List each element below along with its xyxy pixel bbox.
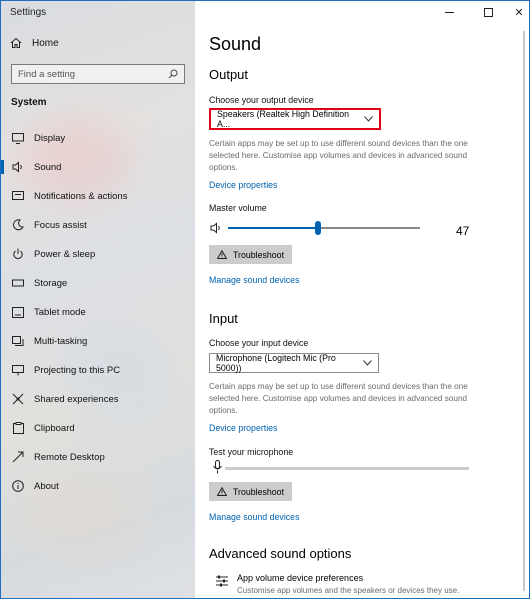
output-manage-devices-link[interactable]: Manage sound devices [209, 275, 299, 285]
close-icon: ✕ [514, 6, 524, 19]
input-device-select[interactable]: Microphone (Logitech Mic (Pro 5000)) [209, 353, 379, 373]
shared-icon [11, 392, 25, 406]
home-button[interactable]: Home [10, 37, 59, 49]
tablet-icon [11, 305, 25, 319]
display-icon [11, 131, 25, 145]
section-label: System [11, 97, 47, 108]
sidebar-item-sound[interactable]: Sound [1, 156, 195, 178]
search-input[interactable]: Find a setting [11, 64, 185, 84]
sidebar-item-label: Focus assist [34, 219, 87, 231]
moon-icon [11, 218, 25, 232]
sidebar-item-label: Storage [34, 277, 68, 289]
sidebar-item-label: Tablet mode [34, 306, 86, 318]
settings-window: Home Find a setting System Display Sound… [0, 0, 530, 599]
notification-icon [11, 189, 25, 203]
input-troubleshoot-button[interactable]: Troubleshoot [209, 482, 293, 501]
search-icon[interactable] [168, 69, 178, 79]
output-troubleshoot-button[interactable]: Troubleshoot [209, 245, 293, 264]
title-bar: Settings ✕ [1, 1, 529, 27]
sidebar-item-label: Projecting to this PC [34, 364, 121, 376]
output-device-value: Speakers (Realtek High Definition A... [217, 109, 350, 129]
output-description: Certain apps may be set up to use differ… [209, 139, 468, 172]
sidebar-item-power[interactable]: Power & sleep [1, 243, 195, 265]
warning-icon [217, 250, 227, 259]
microphone-level-meter [225, 467, 469, 470]
sidebar-item-label: Shared experiences [34, 393, 119, 405]
sidebar-item-multitasking[interactable]: Multi-tasking [1, 330, 195, 352]
close-button[interactable]: ✕ [501, 1, 529, 23]
output-device-label: Choose your output device [209, 95, 314, 105]
sidebar-item-projecting[interactable]: Projecting to this PC [1, 359, 195, 381]
minimize-button[interactable] [431, 1, 467, 23]
remote-icon [11, 450, 25, 464]
sidebar-item-label: Display [34, 132, 66, 144]
sidebar-item-clipboard[interactable]: Clipboard [1, 417, 195, 439]
volume-icon[interactable] [210, 222, 222, 234]
master-volume-thumb[interactable] [315, 221, 322, 235]
sidebar-item-about[interactable]: About [1, 475, 195, 497]
projector-icon [11, 363, 25, 377]
output-device-select[interactable]: Speakers (Realtek High Definition A... [209, 108, 381, 130]
app-volume-description: Customise app volumes and the speakers o… [237, 586, 460, 595]
sidebar-item-tablet-mode[interactable]: Tablet mode [1, 301, 195, 323]
search-placeholder: Find a setting [18, 68, 76, 80]
master-volume-fill [228, 227, 319, 229]
main-content: Sound Output Choose your output device S… [195, 1, 529, 598]
troubleshoot-label: Troubleshoot [233, 249, 285, 260]
sidebar-item-label: Multi-tasking [34, 335, 88, 347]
window-title: Settings [10, 7, 47, 18]
page-title: Sound [209, 34, 262, 54]
sidebar-item-shared-experiences[interactable]: Shared experiences [1, 388, 195, 410]
sidebar-item-label: Power & sleep [34, 248, 96, 260]
sidebar: Home Find a setting System Display Sound… [1, 1, 195, 598]
chevron-down-icon [363, 360, 372, 366]
microphone-icon [213, 460, 222, 474]
home-label: Home [32, 37, 59, 49]
input-manage-devices-link[interactable]: Manage sound devices [209, 512, 299, 522]
warning-icon [217, 487, 227, 496]
sidebar-item-label: Remote Desktop [34, 451, 105, 463]
sidebar-item-focus-assist[interactable]: Focus assist [1, 214, 195, 236]
troubleshoot-label: Troubleshoot [233, 486, 285, 497]
scrollbar[interactable] [523, 31, 525, 591]
clipboard-icon [11, 421, 25, 435]
app-volume-title: App volume device preferences [237, 573, 364, 583]
sidebar-item-label: Notifications & actions [34, 190, 128, 202]
test-microphone-label: Test your microphone [209, 447, 294, 457]
input-device-label: Choose your input device [209, 338, 309, 348]
output-device-properties-link[interactable]: Device properties [209, 180, 277, 190]
sidebar-item-storage[interactable]: Storage [1, 272, 195, 294]
sidebar-item-label: About [34, 480, 59, 492]
master-volume-label: Master volume [209, 203, 267, 213]
sidebar-item-label: Sound [34, 161, 62, 173]
input-device-value: Microphone (Logitech Mic (Pro 5000)) [216, 353, 336, 373]
sidebar-item-remote-desktop[interactable]: Remote Desktop [1, 446, 195, 468]
speaker-icon [11, 160, 25, 174]
input-description: Certain apps may be set up to use differ… [209, 382, 468, 415]
mixer-icon [216, 575, 228, 587]
input-device-properties-link[interactable]: Device properties [209, 423, 277, 433]
maximize-icon [483, 7, 493, 17]
home-icon [10, 37, 22, 48]
minimize-icon [444, 11, 454, 13]
power-icon [11, 247, 25, 261]
storage-icon [11, 276, 25, 290]
info-icon [11, 479, 25, 493]
input-heading: Input [209, 311, 238, 326]
sidebar-item-notifications[interactable]: Notifications & actions [1, 185, 195, 207]
master-volume-value: 47 [456, 224, 470, 238]
app-volume-device-preferences[interactable]: App volume device preferences Customise … [215, 573, 459, 595]
chevron-down-icon [364, 116, 373, 122]
sidebar-item-display[interactable]: Display [1, 127, 195, 149]
multitasking-icon [11, 334, 25, 348]
output-heading: Output [209, 67, 249, 82]
sidebar-item-label: Clipboard [34, 422, 75, 434]
advanced-heading: Advanced sound options [209, 546, 352, 561]
